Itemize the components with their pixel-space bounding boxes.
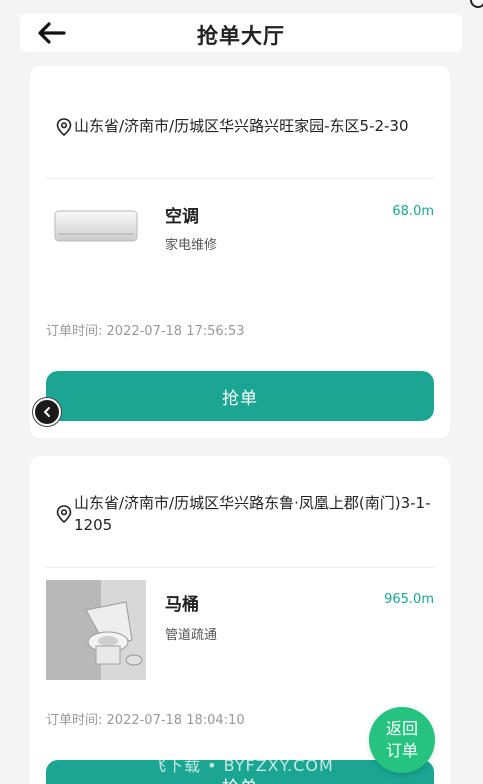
order-time-label: 订单时间: (46, 713, 103, 728)
collapse-arrow-button[interactable] (33, 398, 61, 426)
toilet-image (46, 580, 146, 680)
return-label-line2: 订单 (385, 741, 418, 760)
order-time: 订单时间: 2022-07-18 18:04:10 (46, 709, 245, 728)
order-address: 山东省/济南市/历城区华兴路兴旺家园-东区5-2-30 (56, 115, 434, 137)
address-text: 山东省/济南市/历城区华兴路兴旺家园-东区5-2-30 (74, 117, 409, 135)
order-time-value: 2022-07-18 17:56:53 (106, 324, 245, 339)
location-pin-icon (56, 118, 72, 136)
floating-dot-icon[interactable] (470, 0, 483, 8)
item-name: 空调 (165, 207, 199, 227)
order-time: 订单时间: 2022-07-18 17:56:53 (46, 320, 245, 339)
item-name: 马桶 (165, 595, 199, 615)
order-time-label: 订单时间: (46, 324, 103, 339)
order-card: 山东省/济南市/历城区华兴路兴旺家园-东区5-2-30 空调 家电维修 68.0… (30, 66, 450, 438)
service-type: 管道疏通 (165, 628, 218, 643)
divider (46, 567, 434, 568)
air-conditioner-image (46, 176, 146, 276)
watermark: 飞下载 • BYFZXY.COM (150, 756, 334, 775)
distance: 68.0m (392, 204, 434, 219)
grab-order-button[interactable]: 抢单 (46, 371, 434, 421)
order-time-value: 2022-07-18 18:04:10 (106, 713, 245, 728)
chevron-left-icon (44, 407, 50, 417)
address-text: 山东省/济南市/历城区华兴路东鲁·凤凰上郡(南门)3-1-1205 (74, 494, 431, 534)
service-type: 家电维修 (165, 238, 218, 253)
return-label-line1: 返回 (385, 719, 418, 738)
header-bar: 抢单大厅 (20, 14, 462, 52)
page-title: 抢单大厅 (197, 24, 285, 48)
location-pin-icon (56, 505, 72, 523)
order-address: 山东省/济南市/历城区华兴路东鲁·凤凰上郡(南门)3-1-1205 (56, 492, 434, 536)
distance: 965.0m (384, 592, 434, 607)
return-orders-button[interactable]: 返回 订单 (369, 707, 435, 773)
